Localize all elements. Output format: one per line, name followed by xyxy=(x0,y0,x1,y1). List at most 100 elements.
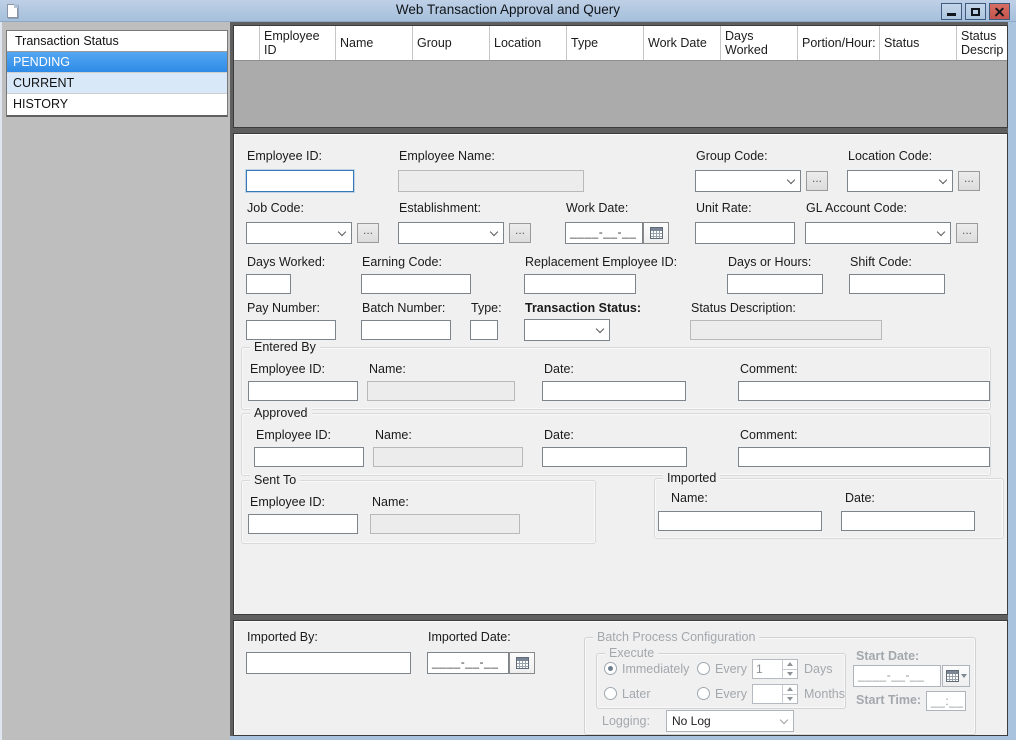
imported-date-label: Date: xyxy=(845,491,875,505)
every-months-stepper[interactable] xyxy=(752,684,798,704)
entered-by-date-input[interactable] xyxy=(542,381,686,401)
shift-code-input[interactable] xyxy=(849,274,945,294)
imported-date-input[interactable] xyxy=(841,511,975,531)
batch-number-input[interactable] xyxy=(361,320,451,340)
sidebar-item-current[interactable]: CURRENT xyxy=(7,73,227,94)
replacement-employee-id-input[interactable] xyxy=(524,274,636,294)
column-header-group[interactable]: Group xyxy=(413,26,490,60)
sent-to-employee-id-input[interactable] xyxy=(248,514,358,534)
main-area: Employee ID Name Group Location Type Wor… xyxy=(230,22,1016,740)
approved-employee-id-input[interactable] xyxy=(254,447,364,467)
approved-name-input xyxy=(373,447,523,467)
location-code-browse-button[interactable]: ... xyxy=(958,171,980,191)
establishment-select[interactable] xyxy=(398,222,504,244)
sidebar-item-pending[interactable]: PENDING xyxy=(7,52,227,73)
column-header-selector[interactable] xyxy=(234,26,260,60)
imported-name-input[interactable] xyxy=(658,511,822,531)
location-code-select[interactable] xyxy=(847,170,953,192)
chevron-down-icon xyxy=(938,175,948,185)
sent-to-name-input xyxy=(370,514,520,534)
imported-date-bottom-input[interactable]: ____-__-__ xyxy=(427,652,509,674)
entered-by-comment-input[interactable] xyxy=(738,381,990,401)
later-label: Later xyxy=(622,687,651,701)
close-button[interactable] xyxy=(989,3,1010,20)
maximize-button[interactable] xyxy=(965,3,986,20)
start-time-input[interactable]: __:__ xyxy=(926,691,966,711)
establishment-browse-button[interactable]: ... xyxy=(509,223,531,243)
days-or-hours-input[interactable] xyxy=(727,274,823,294)
replacement-employee-id-label: Replacement Employee ID: xyxy=(525,255,678,269)
column-header-work-date[interactable]: Work Date xyxy=(644,26,721,60)
job-code-select[interactable] xyxy=(246,222,352,244)
logging-label: Logging: xyxy=(602,714,650,728)
stepper-up-button[interactable] xyxy=(783,685,797,694)
column-header-status[interactable]: Status xyxy=(880,26,957,60)
group-code-select[interactable] xyxy=(695,170,801,192)
batch-process-group-title: Batch Process Configuration xyxy=(593,630,760,644)
gl-account-code-label: GL Account Code: xyxy=(806,201,907,215)
entered-by-group-title: Entered By xyxy=(250,340,320,354)
start-date-calendar-button[interactable] xyxy=(942,665,970,687)
column-header-portion-hour[interactable]: Portion/Hour: xyxy=(798,26,880,60)
gl-account-code-browse-button[interactable]: ... xyxy=(956,223,978,243)
window-title: Web Transaction Approval and Query xyxy=(395,2,621,17)
every-days-stepper[interactable]: 1 xyxy=(752,659,798,679)
imported-group-title: Imported xyxy=(663,471,721,485)
minimize-button[interactable] xyxy=(941,3,962,20)
batch-number-label: Batch Number: xyxy=(362,301,446,315)
calendar-icon xyxy=(515,657,529,669)
approved-comment-input[interactable] xyxy=(738,447,990,467)
approved-date-input[interactable] xyxy=(542,447,687,467)
every-days-radio[interactable] xyxy=(697,662,710,675)
every-months-value xyxy=(753,685,782,703)
days-worked-input[interactable] xyxy=(246,274,291,294)
grid-header: Employee ID Name Group Location Type Wor… xyxy=(234,26,1007,61)
chevron-up-icon xyxy=(787,687,793,692)
imported-date-bottom-label: Imported Date: xyxy=(428,630,511,644)
stepper-down-button[interactable] xyxy=(783,668,797,679)
work-date-label: Work Date: xyxy=(566,201,629,215)
transaction-status-label: Transaction Status: xyxy=(525,301,641,315)
column-header-type[interactable]: Type xyxy=(567,26,644,60)
maximize-icon xyxy=(971,7,980,16)
unit-rate-input[interactable] xyxy=(695,222,795,244)
employee-id-label: Employee ID: xyxy=(247,149,323,163)
sidebar: Transaction Status PENDING CURRENT HISTO… xyxy=(0,22,230,740)
column-header-location[interactable]: Location xyxy=(490,26,567,60)
days-or-hours-label: Days or Hours: xyxy=(728,255,812,269)
type-input[interactable] xyxy=(470,320,498,340)
entered-by-employee-id-label: Employee ID: xyxy=(250,362,326,376)
imported-by-label: Imported By: xyxy=(247,630,318,644)
employee-name-label: Employee Name: xyxy=(399,149,495,163)
detail-form: Employee ID: Employee Name: Group Code: … xyxy=(233,133,1008,615)
minimize-icon xyxy=(947,13,956,16)
employee-id-input[interactable] xyxy=(246,170,354,192)
column-header-employee-id[interactable]: Employee ID xyxy=(260,26,336,60)
sent-to-group: Sent To xyxy=(241,473,596,544)
transaction-status-select[interactable] xyxy=(524,319,610,341)
work-date-input[interactable]: ____-__-__ xyxy=(565,222,643,244)
column-header-name[interactable]: Name xyxy=(336,26,413,60)
immediately-radio[interactable] xyxy=(604,662,617,675)
column-header-status-descrip[interactable]: Status Descrip xyxy=(957,26,1007,60)
stepper-down-button[interactable] xyxy=(783,693,797,704)
sidebar-item-history[interactable]: HISTORY xyxy=(7,94,227,115)
entered-by-name-input xyxy=(367,381,515,401)
imported-date-calendar-button[interactable] xyxy=(509,652,535,674)
pay-number-input[interactable] xyxy=(246,320,336,340)
logging-select[interactable]: No Log xyxy=(666,710,794,732)
work-date-calendar-button[interactable] xyxy=(643,222,669,244)
imported-by-input[interactable] xyxy=(246,652,411,674)
gl-account-code-select[interactable] xyxy=(805,222,951,244)
column-header-days-worked[interactable]: Days Worked xyxy=(721,26,798,60)
earning-code-input[interactable] xyxy=(361,274,471,294)
job-code-browse-button[interactable]: ... xyxy=(357,223,379,243)
start-date-input[interactable]: ____-__-__ xyxy=(853,665,941,687)
stepper-up-button[interactable] xyxy=(783,660,797,669)
group-code-browse-button[interactable]: ... xyxy=(806,171,828,191)
later-radio[interactable] xyxy=(604,687,617,700)
window-controls xyxy=(941,3,1010,20)
every-months-radio[interactable] xyxy=(697,687,710,700)
approved-name-label: Name: xyxy=(375,428,412,442)
entered-by-employee-id-input[interactable] xyxy=(248,381,358,401)
